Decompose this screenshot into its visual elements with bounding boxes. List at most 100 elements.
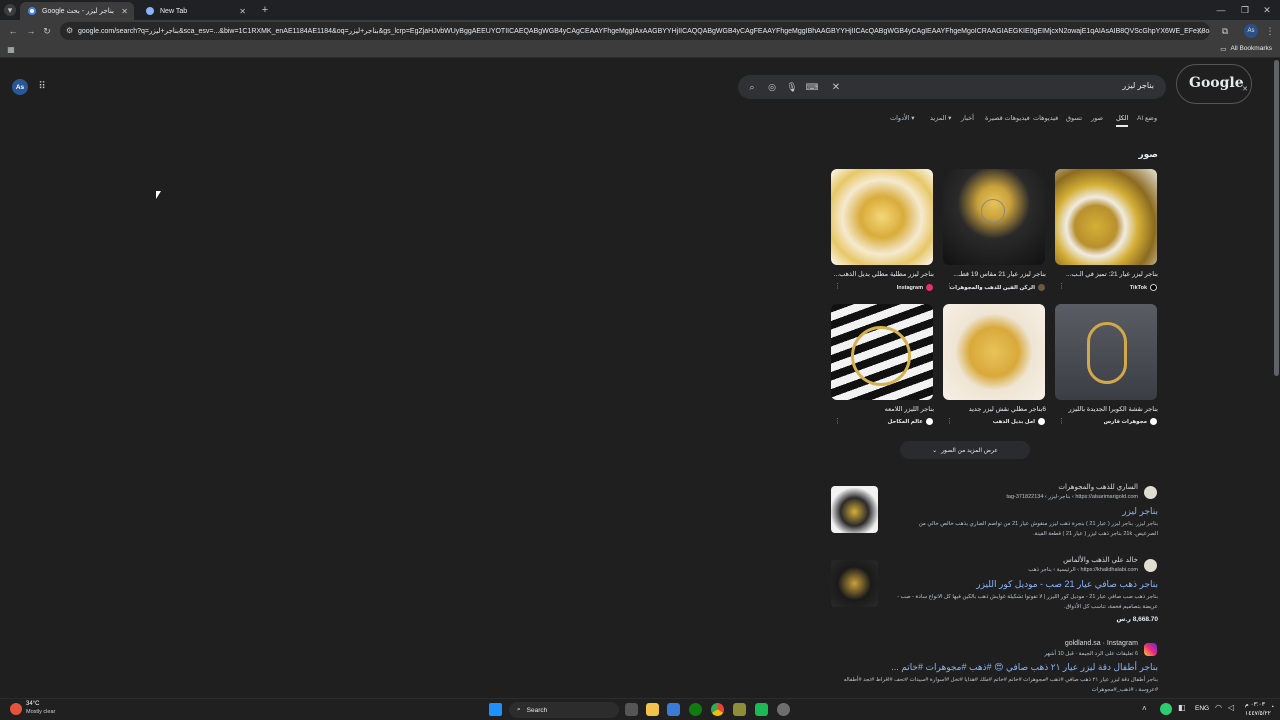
google-results-page: As ⠿ ⌕ ◎ 🎙 ⌨ ✕ بناجر ليزر Google ✕ وضع A… [0, 58, 1280, 698]
tab-all[interactable]: الكل [1116, 114, 1129, 127]
apps-grid-icon[interactable]: ▦ [6, 44, 16, 54]
tab-videos[interactable]: فيديوهات [1033, 114, 1058, 122]
image-card-source[interactable]: الركن الفين للذهب والمجوهرات [943, 284, 1045, 291]
tab-google-search[interactable]: بناجر ليزر - بحث Google ✕ [20, 2, 134, 20]
image-thumbnail[interactable] [831, 169, 933, 265]
more-images-button[interactable]: عرض المزيد من الصور ⌄ [900, 441, 1030, 459]
volume-icon[interactable]: ◁ [1228, 703, 1234, 712]
lens-icon[interactable]: ◎ [766, 81, 778, 93]
image-card-title[interactable]: بناجر الليزر اللامعه [824, 405, 934, 413]
settings-gear-icon[interactable] [777, 703, 790, 716]
result-title-link[interactable]: بناجر ليزر [1122, 506, 1158, 517]
result-url[interactable]: https://khalidhalabi.com › الرئيسية › بن… [1028, 567, 1138, 573]
store-icon[interactable] [667, 703, 680, 716]
tab-new-tab[interactable]: New Tab ✕ [138, 2, 252, 20]
task-view-icon[interactable] [625, 703, 638, 716]
site-info-icon[interactable]: ⚙ [66, 26, 73, 35]
close-tab-icon[interactable]: ✕ [121, 7, 128, 16]
tab-tools[interactable]: ▾ الأدوات [890, 114, 915, 122]
new-tab-button[interactable]: + [258, 3, 272, 17]
tab-more[interactable]: ▾ المزيد [930, 114, 951, 122]
image-thumbnail[interactable] [943, 169, 1045, 265]
clear-search-icon[interactable]: ✕ [830, 81, 842, 93]
image-card-source[interactable]: عالم المكاحل [831, 418, 933, 425]
image-card-title[interactable]: 6بناجر مطلي نقش ليزر جديد [936, 405, 1046, 413]
more-options-icon[interactable]: ⋮ [834, 282, 841, 290]
windows-start-icon[interactable] [489, 703, 502, 716]
more-options-icon[interactable]: ⋮ [946, 282, 953, 290]
image-card-source[interactable]: TikTok [1055, 284, 1157, 291]
file-explorer-icon[interactable] [646, 703, 659, 716]
chrome-icon[interactable] [711, 703, 724, 716]
close-window-icon[interactable]: ✕ [1260, 3, 1274, 17]
maximize-icon[interactable]: ❐ [1238, 3, 1252, 17]
minimize-icon[interactable]: — [1214, 3, 1228, 17]
result-thumbnail[interactable] [831, 486, 878, 533]
search-icon[interactable]: ⌕ [746, 81, 758, 93]
result-site-name[interactable]: الساري للذهب والمجوهرات [1058, 483, 1138, 491]
tab-images[interactable]: صور [1091, 114, 1103, 122]
image-thumbnail[interactable] [1055, 169, 1157, 265]
tab-news[interactable]: أخبار [961, 114, 974, 122]
image-card-source[interactable]: مجوهرات فارس [1055, 418, 1157, 425]
all-bookmarks[interactable]: ▭ All Bookmarks [1220, 45, 1272, 53]
clock-time[interactable]: ٠٣:٠٣ م [1245, 701, 1265, 708]
google-apps-icon[interactable]: ⠿ [36, 80, 48, 92]
extensions-icon[interactable]: ⧉ [1218, 24, 1232, 38]
page-scrollbar-thumb[interactable] [1274, 60, 1279, 376]
result-thumbnail[interactable] [831, 560, 878, 607]
language-indicator[interactable]: ENG [1195, 705, 1209, 712]
image-card-source[interactable]: Instagram [831, 284, 933, 291]
chevron-up-icon[interactable]: ˄ [1142, 704, 1147, 713]
image-thumbnail[interactable] [831, 304, 933, 400]
result-site-name[interactable]: goldland.sa · Instagram [1065, 640, 1138, 647]
notification-bell-icon[interactable]: ◔ [1270, 704, 1274, 711]
google-account-avatar[interactable]: As [12, 79, 28, 95]
tab-search-icon[interactable]: ▾ [4, 4, 16, 16]
more-options-icon[interactable]: ⋮ [834, 417, 841, 425]
result-snippet: بناجر ذهب صب صافي عيار 21 - موديل كور ال… [897, 594, 1158, 600]
image-card-source[interactable]: امل بديل الذهب [943, 418, 1045, 425]
close-tab-icon[interactable]: ✕ [239, 7, 246, 16]
app-icon[interactable] [733, 703, 746, 716]
image-card-title[interactable]: بناجر ليزر عيار 21 مقاس 19 قطـ... [936, 270, 1046, 278]
search-input[interactable]: بناجر ليزر [1122, 81, 1154, 90]
image-thumbnail[interactable] [943, 304, 1045, 400]
result-title-link[interactable]: بناجر أطفال دقة ليزر عيار ٢١ ذهب صافي 😍 … [891, 662, 1158, 673]
microphone-icon[interactable]: 🎙 [786, 81, 798, 93]
search-box[interactable]: ⌕ ◎ 🎙 ⌨ ✕ بناجر ليزر [738, 75, 1166, 99]
more-options-icon[interactable]: ⋮ [1058, 282, 1065, 290]
reload-icon[interactable]: ↻ [40, 24, 54, 38]
xbox-icon[interactable] [689, 703, 702, 716]
back-icon[interactable]: ← [6, 24, 20, 38]
google-logo[interactable]: Google [1189, 75, 1244, 91]
result-title-link[interactable]: بناجر ذهب صافي عيار 21 صب - موديل كور ال… [976, 579, 1158, 590]
image-card-title[interactable]: بناجر ليزر عيار 21: تميز في الـب... [1048, 270, 1158, 278]
bookmark-star-icon[interactable]: ☆ [1193, 24, 1207, 38]
result-site-name[interactable]: خالد علي الذهب والألماس [1063, 556, 1138, 564]
bangle-shape [851, 326, 911, 386]
app-icon[interactable] [755, 703, 768, 716]
weather-icon[interactable] [10, 703, 22, 715]
clock-date[interactable]: ١٤٤٧/٥/٢٢ [1245, 710, 1271, 717]
app-tray-icon[interactable] [1160, 703, 1172, 715]
menu-kebab-icon[interactable]: ⋮ [1264, 24, 1276, 38]
more-options-icon[interactable]: ⋮ [946, 417, 953, 425]
image-card-title[interactable]: بناجر ليزر مطلية مطلي بديل الذهب... [824, 270, 934, 278]
result-url[interactable]: https://alsarimarigold.com › بناجر-ليزر … [1006, 494, 1138, 500]
keyboard-icon[interactable]: ⌨ [806, 81, 819, 93]
wifi-icon[interactable]: ◠ [1215, 703, 1222, 712]
image-card-title[interactable]: بناجر نقشة الكوبرا الجديدة بالليزر [1048, 405, 1158, 413]
close-doodle-icon[interactable]: ✕ [1240, 84, 1250, 94]
tab-short-videos[interactable]: فيديوهات قصيرة [985, 114, 1030, 122]
image-thumbnail[interactable] [1055, 304, 1157, 400]
tray-icon[interactable]: ◧ [1178, 703, 1186, 712]
tab-shopping[interactable]: تسوق [1066, 114, 1082, 122]
weather-temp[interactable]: 34°C [26, 701, 39, 707]
taskbar-search[interactable]: ⌕ Search [509, 702, 619, 718]
tab-ai-mode[interactable]: وضع AI [1137, 114, 1157, 122]
more-options-icon[interactable]: ⋮ [1058, 417, 1065, 425]
forward-icon[interactable]: → [24, 24, 38, 38]
profile-avatar[interactable]: As [1244, 24, 1258, 38]
address-bar[interactable]: ⚙ google.com/search?q=بناجر+ليزر&sca_esv… [60, 22, 1210, 40]
